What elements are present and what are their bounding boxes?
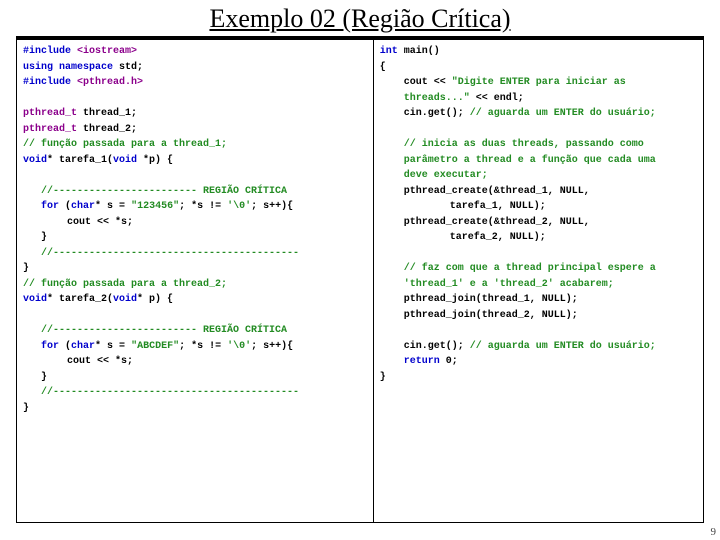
slide: Exemplo 02 (Região Crítica) #include <io… — [0, 0, 720, 540]
code-right: int main() { cout << "Digite ENTER para … — [374, 40, 703, 522]
title-bar: Exemplo 02 (Região Crítica) — [16, 0, 704, 39]
code-columns: #include <iostream> using namespace std;… — [16, 39, 704, 523]
code-left: #include <iostream> using namespace std;… — [17, 40, 374, 522]
page-number: 9 — [711, 526, 717, 538]
page-title: Exemplo 02 (Região Crítica) — [16, 4, 704, 34]
